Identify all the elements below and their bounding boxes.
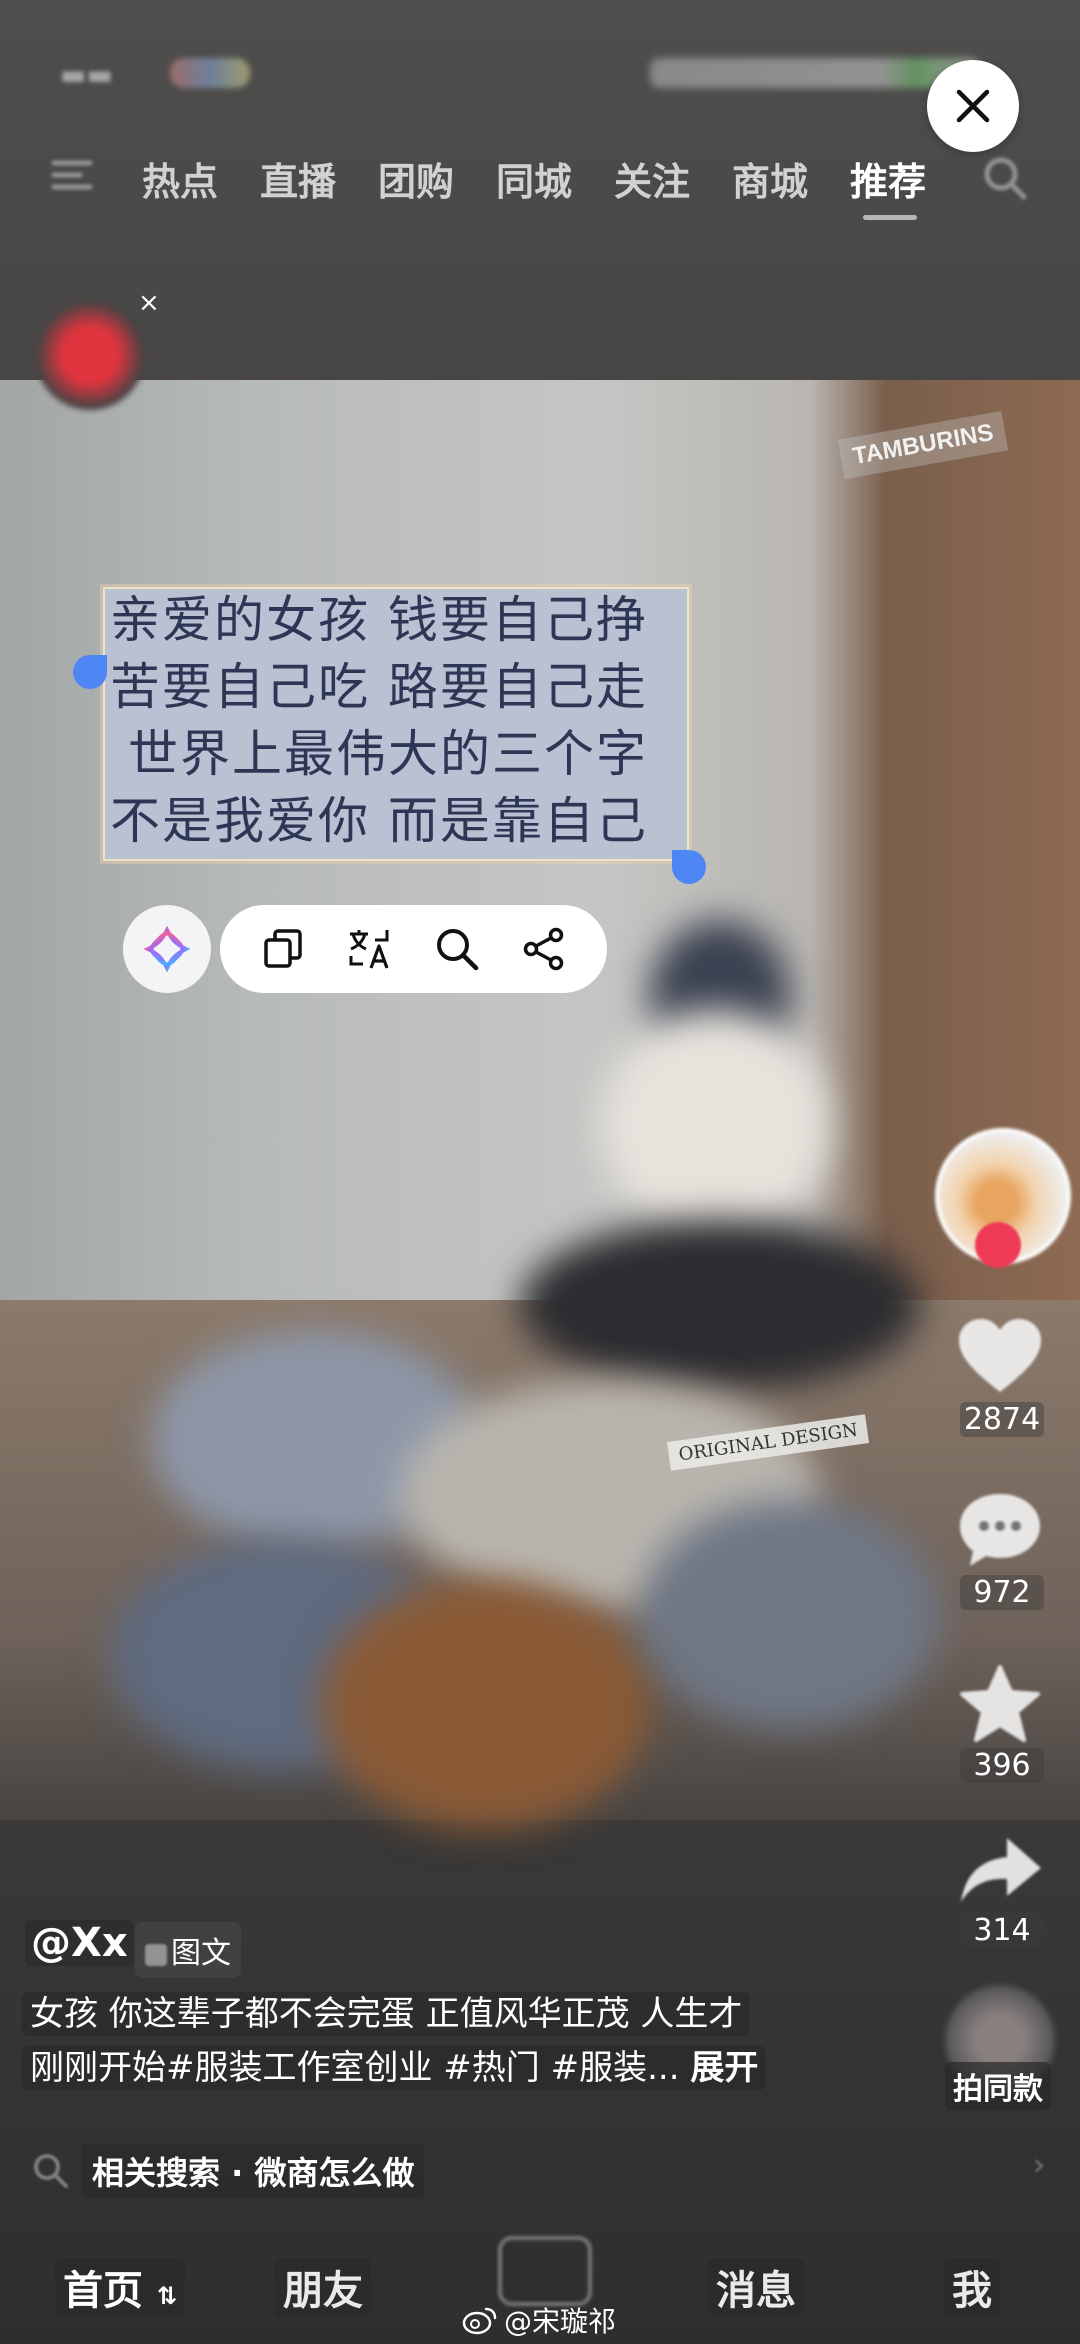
ai-assistant-icon <box>144 926 190 972</box>
share-button[interactable] <box>952 1822 1048 1918</box>
red-packet-close-button[interactable]: × <box>138 288 160 318</box>
search-selection-button[interactable] <box>429 921 485 977</box>
share-count: 314 <box>960 1913 1044 1948</box>
tab-recommended[interactable]: 推荐 <box>850 151 926 206</box>
brown-bag <box>320 1580 650 1830</box>
post-type-badge: 图文 <box>135 1922 241 1978</box>
make-same-style-button[interactable]: 拍同款 <box>945 2062 1051 2110</box>
selection-end-handle[interactable] <box>672 850 706 884</box>
nav-me[interactable]: 我 <box>944 2258 1000 2316</box>
close-icon <box>956 89 990 123</box>
translate-button[interactable] <box>342 921 398 977</box>
comment-count: 972 <box>960 1575 1044 1610</box>
like-count: 2874 <box>960 1402 1044 1437</box>
tab-hot[interactable]: 热点 <box>142 151 218 206</box>
nav-home[interactable]: 首页 ⇅ <box>55 2258 186 2316</box>
tab-following[interactable]: 关注 <box>614 151 690 206</box>
search-icon[interactable] <box>980 153 1030 203</box>
video-feed-screen: TAMBURINS ORIGINAL DESIGN ▬▬ 热点 直播 团购 同城… <box>0 0 1080 2344</box>
nav-messages[interactable]: 消息 <box>708 2258 804 2316</box>
copy-icon <box>264 929 303 968</box>
star-icon <box>960 1665 1040 1742</box>
status-indicators <box>650 58 980 88</box>
status-time-blurred: ▬▬ <box>60 58 113 91</box>
person-legs <box>520 1220 920 1390</box>
person-torso <box>600 1010 830 1240</box>
tab-mall[interactable]: 商城 <box>732 151 808 206</box>
comment-icon <box>960 1494 1040 1566</box>
related-search-bar[interactable]: 相关搜索 · 微商怎么做 › <box>0 2140 1080 2200</box>
close-button[interactable] <box>927 60 1019 152</box>
status-bar: ▬▬ <box>60 50 980 94</box>
top-tab-bar: 热点 直播 团购 同城 关注 商城 推荐 <box>0 145 1080 220</box>
red-packet-widget[interactable] <box>35 300 145 410</box>
status-app-icons <box>170 58 250 88</box>
menu-icon[interactable] <box>50 153 94 197</box>
translate-icon <box>349 930 389 969</box>
favorite-button[interactable] <box>952 1656 1048 1752</box>
active-tab-indicator <box>863 215 917 220</box>
post-caption[interactable]: 女孩 你这辈子都不会完蛋 正值风华正茂 人生才 刚刚开始#服装工作室创业 #热门… <box>22 1987 852 2095</box>
image-post-icon <box>145 1944 167 1966</box>
author-name[interactable]: @Xx <box>25 1920 134 1966</box>
caption-line: 女孩 你这辈子都不会完蛋 正值风华正茂 人生才 <box>22 1992 751 2036</box>
related-search-text: 相关搜索 · 微商怎么做 <box>82 2144 425 2198</box>
tab-live[interactable]: 直播 <box>260 151 336 206</box>
selected-text-line: 亲爱的女孩 钱要自己挣 <box>110 591 648 649</box>
selected-text-line: 不是我爱你 而是靠自己 <box>110 792 648 850</box>
tab-local[interactable]: 同城 <box>496 151 572 206</box>
caption-line: 刚刚开始#服装工作室创业 #热门 #服装... 展开 <box>22 2046 767 2090</box>
copy-button[interactable] <box>255 921 311 977</box>
share-arrow-icon <box>961 1838 1041 1902</box>
watermark-text: @宋璇祁 <box>504 2305 617 2338</box>
share-icon <box>523 927 563 971</box>
selected-text-line: 苦要自己吃 路要自己走 <box>110 658 648 716</box>
ai-assistant-button[interactable] <box>123 905 211 993</box>
nav-friends[interactable]: 朋友 <box>275 2258 371 2316</box>
post-type-label: 图文 <box>171 1936 231 1971</box>
refresh-icon: ⇅ <box>156 2282 178 2310</box>
weibo-watermark: @宋璇祁 <box>462 2300 616 2340</box>
tab-group-buy[interactable]: 团购 <box>378 151 454 206</box>
comment-button[interactable] <box>952 1482 1048 1578</box>
clothes-pile-right <box>640 1500 940 1730</box>
selected-text-line: 世界上最伟大的三个字 <box>128 725 648 783</box>
favorite-count: 396 <box>960 1748 1044 1783</box>
like-button[interactable] <box>952 1308 1048 1404</box>
search-icon <box>34 2154 68 2188</box>
create-post-button[interactable] <box>498 2236 592 2306</box>
caption-text: 刚刚开始#服装工作室创业 #热门 #服装... <box>30 2048 680 2088</box>
heart-icon <box>959 1319 1041 1392</box>
selection-start-handle[interactable] <box>73 655 107 689</box>
selected-handwritten-text[interactable]: 亲爱的女孩 钱要自己挣 苦要自己吃 路要自己走 世界上最伟大的三个字 不是我爱你… <box>110 587 690 855</box>
weibo-logo-icon <box>462 2307 497 2335</box>
chevron-right-icon: › <box>1033 2148 1045 2183</box>
nav-home-label: 首页 <box>63 2268 143 2314</box>
follow-button[interactable] <box>975 1222 1021 1268</box>
text-action-toolbar <box>220 905 607 993</box>
expand-button[interactable]: 展开 <box>690 2048 758 2088</box>
share-selection-button[interactable] <box>516 921 572 977</box>
search-icon <box>436 929 479 971</box>
